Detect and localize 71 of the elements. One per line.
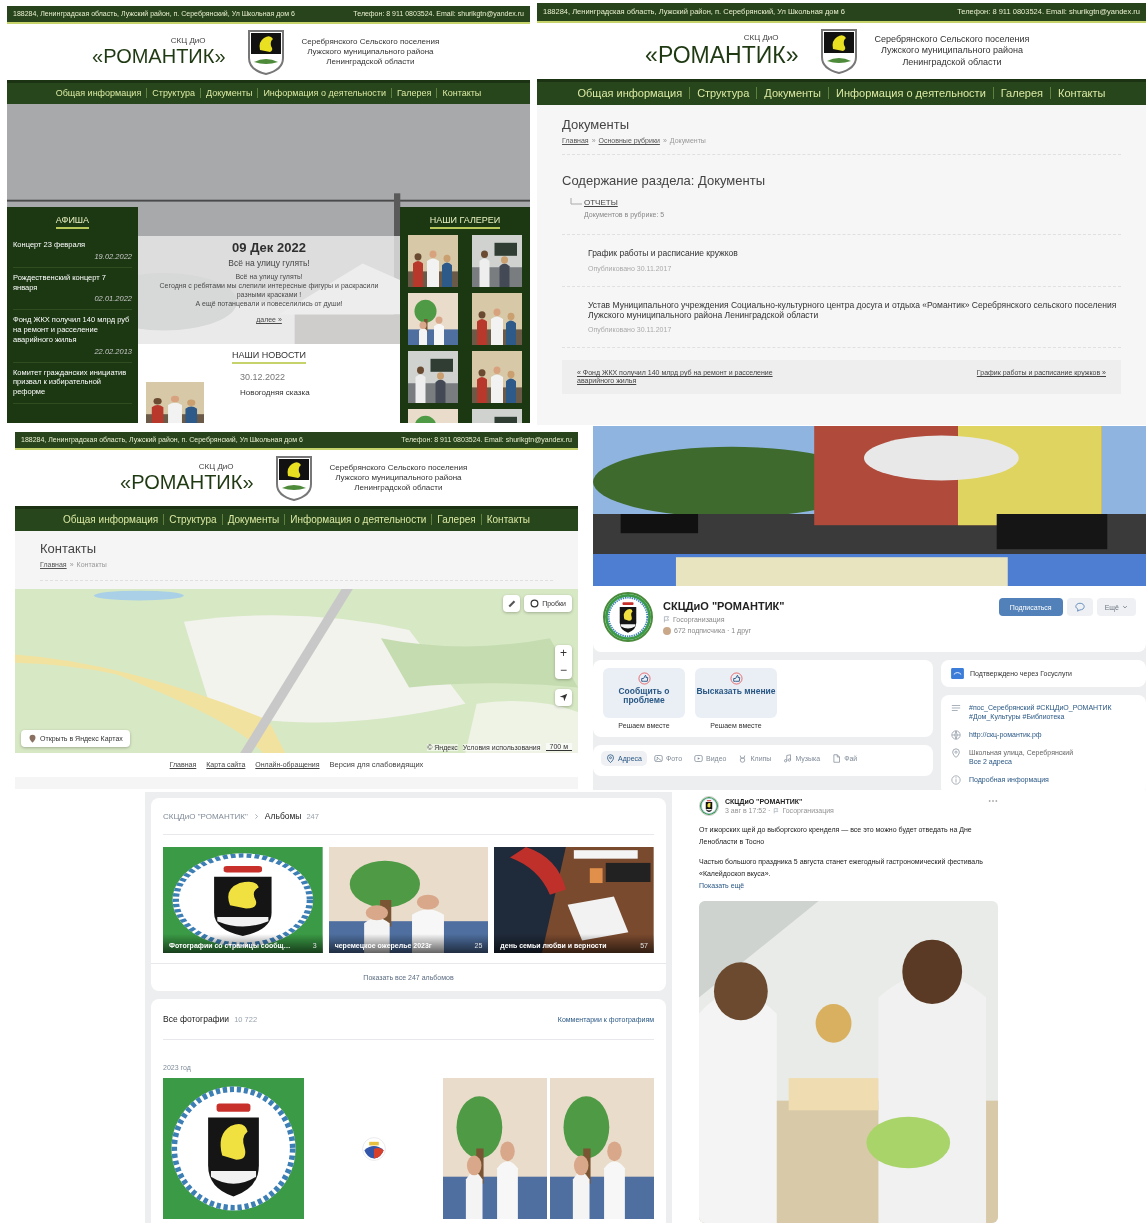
ruler-icon bbox=[507, 599, 516, 608]
pin-icon bbox=[951, 747, 961, 758]
shield-icon bbox=[818, 27, 859, 75]
org-name: «РОМАНТИК» bbox=[644, 42, 799, 69]
section-title: Содержание раздела: Документы bbox=[562, 173, 766, 188]
nav-link[interactable]: Галерея bbox=[390, 88, 437, 98]
globe-icon bbox=[951, 729, 961, 740]
flag-icon bbox=[773, 807, 780, 814]
nav-link[interactable]: Контакты bbox=[436, 88, 487, 98]
region-text: Серебрянского Сельского поселения Лужского муниципального района Ленинградской области bbox=[329, 463, 468, 493]
pin-icon bbox=[28, 734, 37, 743]
nav-link[interactable]: Общая информация bbox=[58, 514, 164, 525]
org-subtitle: СКЦ ДиО bbox=[743, 33, 779, 42]
thumbs-up-icon bbox=[729, 672, 743, 685]
avatar-icon bbox=[663, 626, 671, 635]
logo-icon bbox=[951, 668, 964, 679]
flag-icon bbox=[663, 615, 670, 623]
nav-link[interactable]: Галерея bbox=[992, 87, 1050, 99]
locate-button[interactable] bbox=[555, 689, 572, 706]
play-icon bbox=[694, 754, 704, 763]
image-icon bbox=[653, 754, 663, 763]
nav-link[interactable]: Документы bbox=[200, 88, 258, 98]
tree-branch-icon bbox=[570, 198, 582, 206]
region-text: Серебрянского Сельского поселения Лужского муниципального района Ленинградской области bbox=[874, 34, 1030, 68]
ruler-button[interactable] bbox=[503, 595, 520, 612]
nav-link[interactable]: Структура bbox=[689, 87, 757, 99]
document-link[interactable]: График работы и расписание кружков bbox=[588, 249, 1121, 259]
nav-link[interactable]: Контакты bbox=[1049, 87, 1113, 99]
nav-link[interactable]: Информация о деятельности bbox=[257, 88, 391, 98]
info-icon bbox=[951, 774, 961, 785]
category-link[interactable]: ОТЧЕТЫ bbox=[584, 198, 665, 207]
org-name: «РОМАНТИК» bbox=[91, 45, 226, 68]
music-note-icon bbox=[783, 754, 793, 763]
zoom-out-button[interactable]: − bbox=[555, 662, 572, 679]
ring-icon bbox=[530, 599, 540, 608]
chat-icon bbox=[1074, 602, 1085, 612]
section-title: Все фотографии bbox=[163, 1014, 230, 1024]
section-title: Альбомы bbox=[264, 811, 302, 821]
nav-link[interactable]: Структура bbox=[163, 514, 222, 525]
text-lines-icon bbox=[951, 703, 961, 713]
group-name: СКЦДиО "РОМАНТИК" bbox=[663, 599, 786, 612]
zoom-in-button[interactable]: + bbox=[555, 645, 572, 662]
clip-icon bbox=[738, 754, 748, 763]
breadcrumb-link[interactable]: СКЦДиО "РОМАНТИК" bbox=[163, 811, 248, 821]
nav-link[interactable]: Документы bbox=[221, 514, 285, 525]
nav-link[interactable]: Документы bbox=[756, 87, 828, 99]
org-subtitle: СКЦ ДиО bbox=[170, 36, 206, 45]
page-title: Документы bbox=[562, 117, 630, 132]
action-tile[interactable]: Сообщить о проблеме bbox=[603, 668, 685, 718]
nav-link[interactable]: Контакты bbox=[480, 514, 535, 525]
nav-link[interactable]: Структура bbox=[146, 88, 200, 98]
shield-icon bbox=[273, 454, 314, 502]
region-text: Серебрянского Сельского поселения Лужского муниципального района Ленинградской области bbox=[301, 37, 440, 67]
nav-link[interactable]: Галерея bbox=[431, 514, 481, 525]
shield-icon bbox=[245, 28, 286, 76]
document-link[interactable]: Устав Муниципального учреждения Социально-культурного центра досуга и отдыха «Романтик» Серебрянского сельского поселения Лужского муниципального района Ленинградской области bbox=[588, 300, 1121, 321]
nav-link[interactable]: Общая информация bbox=[50, 88, 147, 98]
nav-link[interactable]: Информация о деятельности bbox=[828, 87, 993, 99]
nav-link[interactable]: Общая информация bbox=[570, 87, 690, 99]
org-name: «РОМАНТИК» bbox=[119, 471, 254, 494]
chevron-icon bbox=[252, 812, 260, 820]
thumbs-up-icon bbox=[637, 672, 651, 685]
round-logo-icon bbox=[361, 1136, 386, 1161]
action-tile[interactable]: Высказать мнение bbox=[695, 668, 777, 718]
nav-link[interactable]: Информация о деятельности bbox=[284, 514, 432, 525]
org-subtitle: СКЦ ДиО bbox=[198, 462, 234, 471]
navigation-arrow-icon bbox=[559, 693, 568, 702]
pin-icon bbox=[606, 754, 615, 763]
page-title: Контакты bbox=[40, 541, 98, 556]
caret-icon bbox=[1122, 604, 1128, 610]
file-icon bbox=[832, 754, 842, 763]
